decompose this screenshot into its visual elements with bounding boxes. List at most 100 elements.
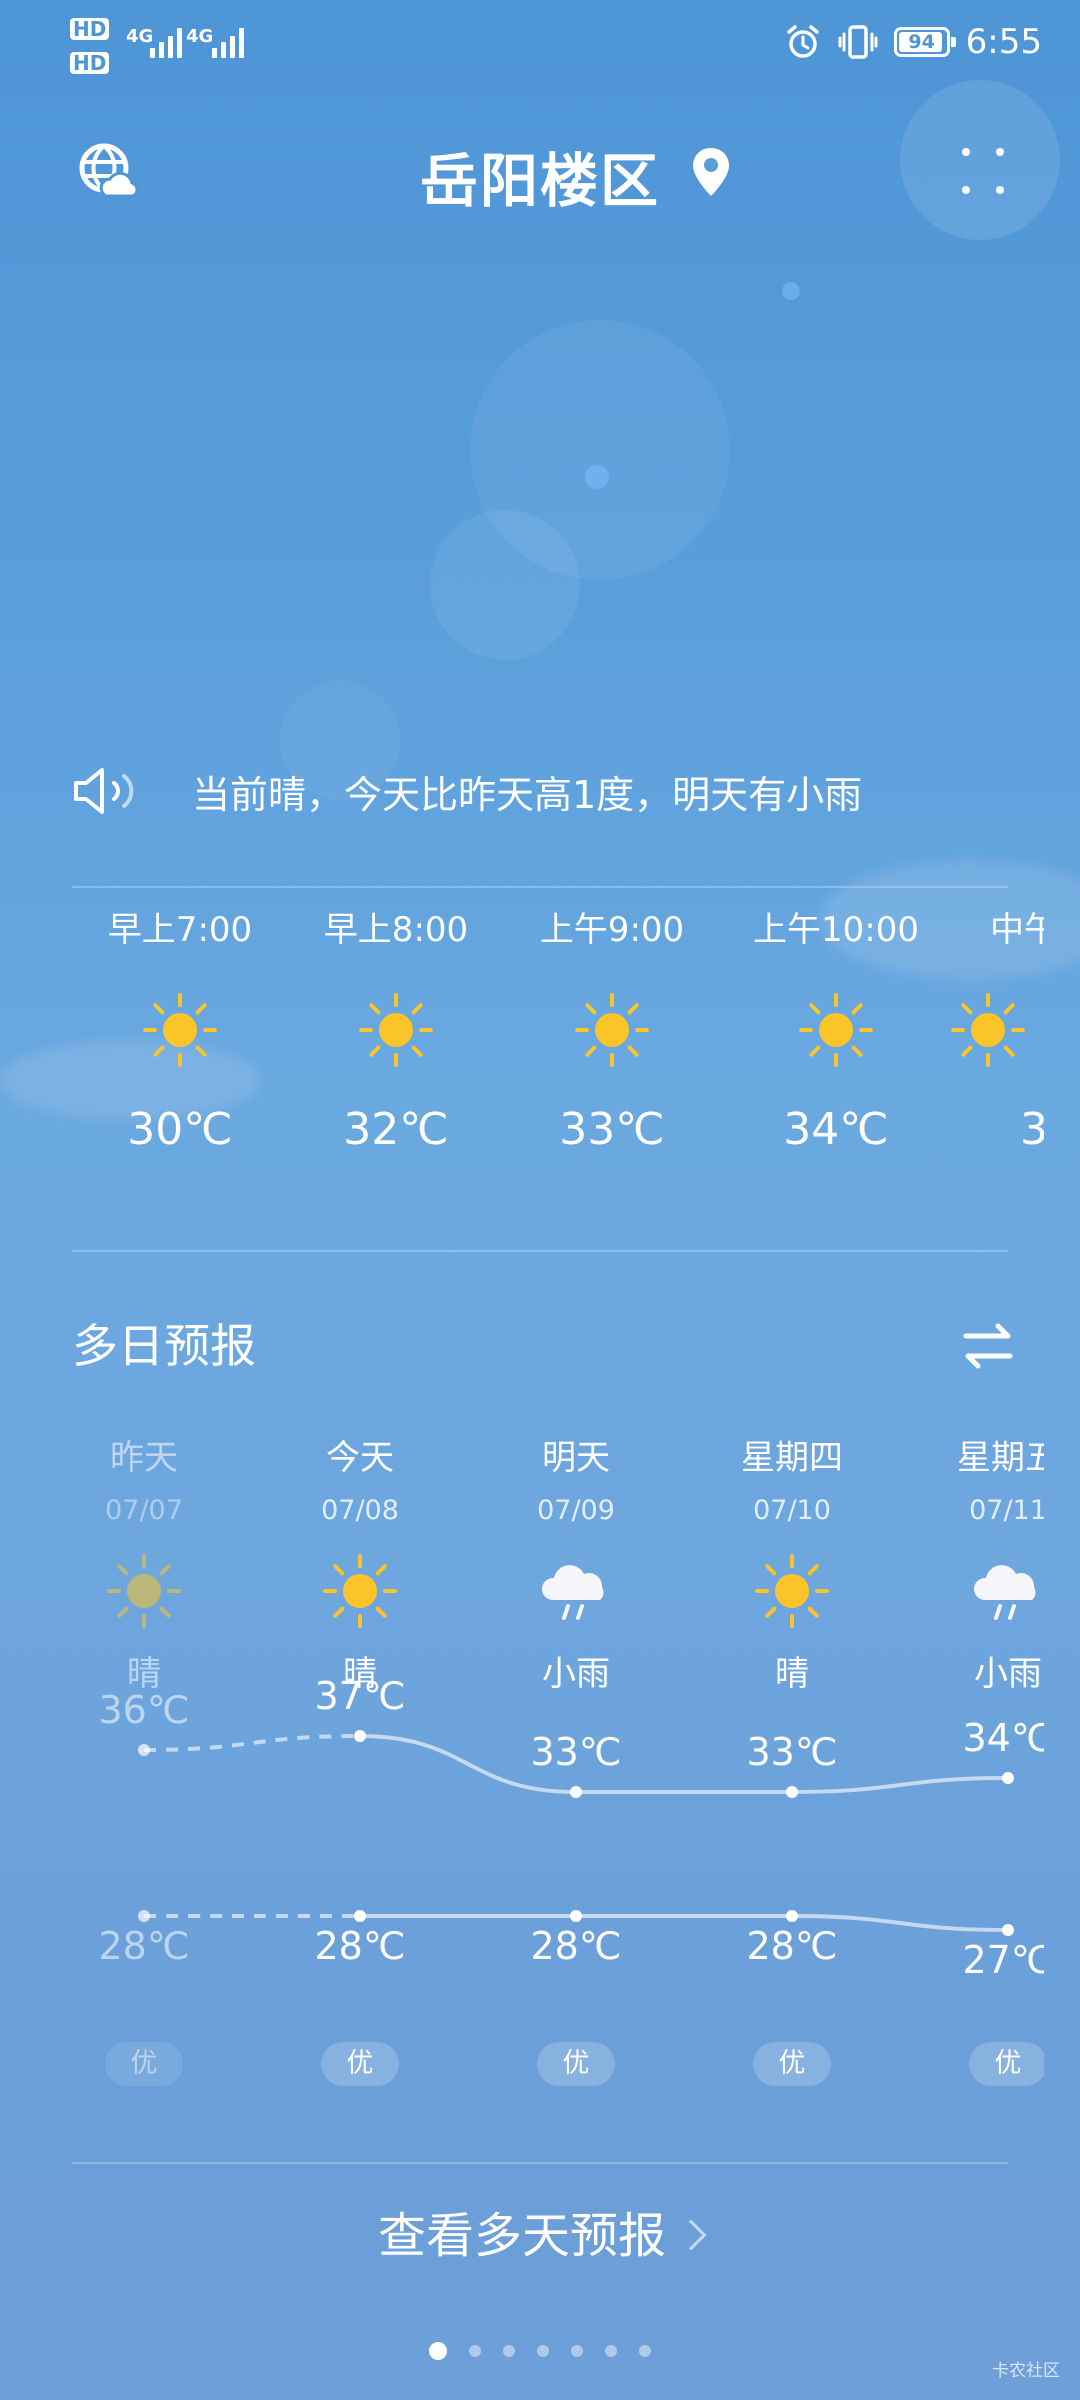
battery-level: 94 [908,31,935,53]
section-title: 多日预报 [72,1319,256,1373]
high-temp-point [786,1786,798,1798]
low-temp-label: 28℃ [98,1924,190,1968]
signal-strength-icon [212,28,244,58]
speaker-icon[interactable] [72,766,138,816]
location-pin-icon[interactable] [690,146,732,198]
status-bar: HD HD 4G 4G 94 6:55 [0,0,1080,92]
hour-item: 早上7:00 30℃ [80,900,280,1160]
day-item[interactable]: 昨天 07/07 晴 [44,1430,244,1702]
page-dot[interactable] [639,2345,651,2357]
day-date: 07/11 [969,1495,1044,1526]
page-indicator[interactable] [0,2342,1080,2360]
page-dot[interactable] [537,2345,549,2357]
vibrate-icon [838,25,878,59]
sun-icon [143,993,217,1067]
high-temp-label: 33℃ [746,1730,838,1774]
hour-item: 早上8:00 32℃ [296,900,496,1160]
hour-time: 上午9:00 [539,910,685,950]
day-name: 昨天 [110,1438,178,1478]
hour-temp: 32℃ [343,1104,449,1155]
low-temp-label: 28℃ [530,1924,622,1968]
day-item[interactable]: 星期五 07/11 小雨 [908,1430,1044,1702]
day-date: 07/10 [753,1495,831,1526]
day-item[interactable]: 明天 07/09 小雨 [476,1430,676,1702]
hour-temp: 3 [1020,1104,1044,1155]
hour-time: 上午10:00 [753,910,919,950]
day-condition: 小雨 [542,1654,610,1694]
low-temp-point [354,1910,366,1922]
high-temp-label: 36℃ [98,1688,190,1732]
low-temp-label: 27℃ [962,1938,1044,1982]
battery-icon: 94 [893,27,956,57]
page-dot[interactable] [469,2345,481,2357]
high-temp-point [1002,1772,1014,1784]
page-dot[interactable] [605,2345,617,2357]
high-temp-point [138,1744,150,1756]
day-date: 07/08 [321,1495,399,1526]
low-temp-point [786,1910,798,1922]
hour-time: 中午 [990,910,1044,950]
summary-text: 当前晴，今天比昨天高1度，明天有小雨 [192,772,863,817]
divider [72,886,1008,888]
day-condition: 晴 [775,1654,809,1694]
past-temp-line [143,1734,361,1752]
lens-flare [782,282,800,300]
view-more-forecast-button[interactable]: 查看多天预报 [0,2196,1080,2266]
low-temp-label: 28℃ [314,1924,406,1968]
divider [72,1250,1008,1252]
lens-flare [430,510,580,660]
hourly-forecast[interactable]: 早上7:00 30℃ 早上8:00 32℃ 上午9:00 33℃ 上午10:00… [0,900,1044,1230]
aqi-badge[interactable]: 优 [969,2042,1044,2086]
sun-icon [359,993,433,1067]
sun-icon [575,993,649,1067]
high-temp-point [354,1730,366,1742]
low-temp-point [1002,1924,1014,1936]
sun-icon [323,1554,397,1628]
signal-strength-icon [150,28,182,58]
day-item[interactable]: 今天 07/08 晴 [260,1430,460,1702]
page-dot[interactable] [571,2345,583,2357]
high-temp-label: 33℃ [530,1730,622,1774]
low-temp-point [138,1910,150,1922]
page-dot[interactable] [429,2342,447,2360]
low-temp-label: 28℃ [746,1924,838,1968]
high-temp-point [570,1786,582,1798]
hour-item: 中午 3 [951,900,1044,1160]
hour-item: 上午10:00 34℃ [736,900,936,1160]
day-name: 星期四 [741,1438,843,1478]
hd-badge: HD [70,18,110,40]
day-date: 07/09 [537,1495,615,1526]
day-name: 明天 [542,1438,610,1478]
rain-cloud-icon [541,1565,604,1620]
hour-time: 早上7:00 [107,910,253,950]
weather-summary[interactable]: 当前晴，今天比昨天高1度，明天有小雨 [72,766,1032,817]
page-dot[interactable] [503,2345,515,2357]
divider [72,2162,1008,2164]
day-name: 星期五 [957,1438,1044,1478]
day-condition: 小雨 [974,1654,1042,1694]
daily-forecast[interactable]: 昨天 07/07 晴 今天 07/08 晴 明天 07/09 小雨 星期四 07… [0,1430,1044,2100]
alarm-icon [786,25,819,58]
day-date: 07/07 [105,1495,183,1526]
sun-icon [951,993,1025,1067]
hour-temp: 33℃ [559,1104,665,1155]
watermark: 卡农社区 [992,2361,1060,2381]
swap-view-icon[interactable] [960,1318,1016,1374]
sun-icon [107,1554,181,1628]
chevron-right-icon [675,2219,707,2251]
aqi-badge[interactable]: 优 [753,2042,831,2086]
high-temp-label: 37℃ [314,1674,406,1718]
day-item[interactable]: 星期四 07/10 晴 [692,1430,892,1702]
more-dots-icon[interactable] [960,146,1006,196]
aqi-badge[interactable]: 优 [321,2042,399,2086]
sun-icon [799,993,873,1067]
clock: 6:55 [965,22,1042,62]
aqi-badge[interactable]: 优 [105,2042,183,2086]
city-name[interactable]: 岳阳楼区 [0,134,1080,218]
hour-temp: 30℃ [127,1104,233,1155]
hd-badge: HD [70,52,110,74]
aqi-badge[interactable]: 优 [537,2042,615,2086]
hour-temp: 34℃ [783,1104,889,1155]
day-name: 今天 [326,1438,394,1478]
high-temp-label: 34℃ [962,1716,1044,1760]
